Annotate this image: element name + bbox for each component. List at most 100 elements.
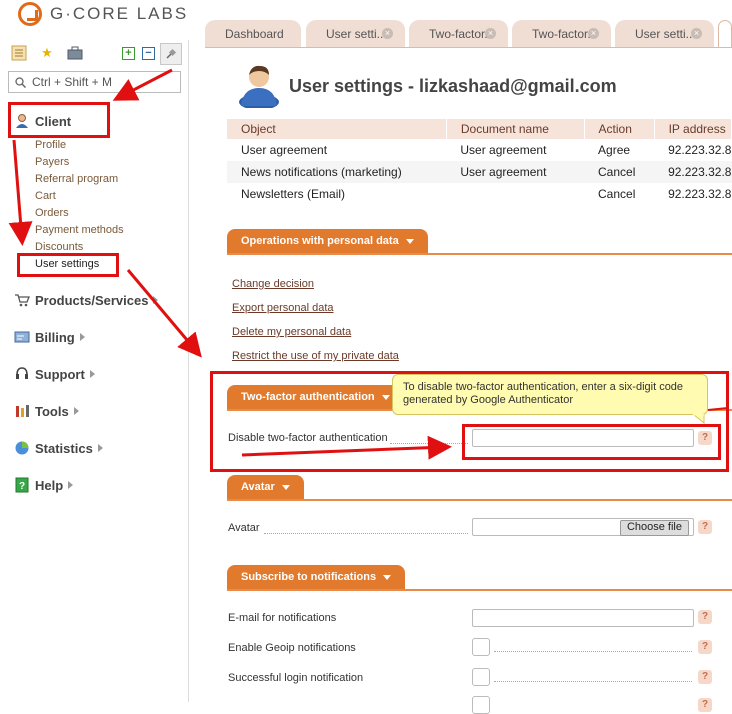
menu-tree-icon[interactable] — [10, 44, 28, 62]
annotation-box-user-settings — [17, 253, 119, 277]
page-title: User settings - lizkashaad@gmail.com — [289, 76, 617, 96]
cell: 92.223.32.8 — [668, 143, 732, 157]
geoip-notifications-checkbox[interactable] — [472, 638, 490, 656]
chevron-right-icon — [153, 296, 159, 304]
cell: User agreement — [241, 143, 328, 157]
close-tab-icon[interactable]: × — [382, 28, 393, 39]
help-icon[interactable]: ? — [698, 670, 712, 684]
choose-file-button[interactable]: Choose file — [619, 520, 689, 536]
column-header: IP address — [654, 119, 732, 139]
briefcase-icon[interactable] — [66, 44, 84, 62]
expand-all-icon[interactable]: + — [122, 47, 135, 60]
help-icon[interactable]: ? — [698, 520, 712, 534]
left-panel: ★ + − Client Profile Payers Referral pro… — [0, 40, 189, 702]
export-personal-data-link[interactable]: Export personal data — [232, 302, 334, 314]
cart-icon — [14, 292, 30, 308]
sidebar-subitem-payers[interactable]: Payers — [35, 156, 69, 168]
cell: Agree — [598, 143, 631, 157]
tools-icon — [14, 403, 30, 419]
chevron-down-icon — [405, 238, 414, 244]
restrict-private-data-link[interactable]: Restrict the use of my private data — [232, 350, 399, 362]
cell: User agreement — [446, 161, 585, 183]
change-decision-link[interactable]: Change decision — [232, 278, 314, 290]
help-book-icon: ? — [14, 477, 30, 493]
pin-icon[interactable] — [160, 43, 182, 65]
tab-label: Dashboard — [225, 27, 284, 41]
tab-two-factor-2[interactable]: Two-factor... × — [512, 20, 611, 47]
sidebar-item-label: Statistics — [35, 440, 93, 456]
close-tab-icon[interactable]: × — [691, 28, 702, 39]
annotation-box-client — [8, 102, 110, 138]
search-input[interactable] — [30, 74, 174, 90]
leader-dots — [494, 651, 692, 652]
help-icon[interactable]: ? — [698, 610, 712, 624]
table-row[interactable]: Newsletters (Email) Cancel 92.223.32.8 — [227, 183, 732, 205]
cell: News notifications (marketing) — [227, 161, 447, 183]
section-title: Avatar — [241, 481, 275, 493]
help-icon[interactable]: ? — [698, 698, 712, 712]
column-header: Document name — [446, 119, 585, 139]
chevron-right-icon — [79, 333, 85, 341]
cell: Cancel — [584, 161, 655, 183]
cell: 92.223.32.8 — [668, 187, 732, 201]
tab-label: User setti... — [635, 27, 696, 41]
sidebar-subitem-orders[interactable]: Orders — [35, 207, 69, 219]
sidebar-subitem-profile[interactable]: Profile — [35, 139, 66, 151]
tab-two-factor-1[interactable]: Two-factor... × — [409, 20, 508, 47]
collapse-all-icon[interactable]: − — [142, 47, 155, 60]
sidebar-item-products-services[interactable]: Products/Services — [14, 292, 159, 308]
notifications-section: Subscribe to notifications — [227, 565, 732, 591]
cell: 92.223.32.8 — [654, 161, 732, 183]
geoip-notifications-label: Enable Geoip notifications — [228, 642, 356, 654]
sidebar-item-help[interactable]: ? Help — [14, 477, 74, 493]
chevron-right-icon — [97, 444, 103, 452]
sidebar-item-label: Billing — [35, 329, 75, 345]
sidebar-item-statistics[interactable]: Statistics — [14, 440, 103, 456]
sidebar-subitem-referral-program[interactable]: Referral program — [35, 173, 118, 185]
tab-user-settings-1[interactable]: User setti... × — [306, 20, 405, 47]
sidebar-subitem-payment-methods[interactable]: Payment methods — [35, 224, 124, 236]
table-header-row: Object Document name Action IP address — [227, 119, 732, 139]
delete-personal-data-link[interactable]: Delete my personal data — [232, 326, 351, 338]
personal-data-section: Operations with personal data — [227, 229, 732, 255]
brand-name: G·CORE LABS — [50, 4, 189, 23]
column-header: Object — [227, 119, 447, 139]
headset-icon — [14, 366, 30, 382]
notifications-section-header[interactable]: Subscribe to notifications — [227, 565, 406, 589]
leader-dots — [494, 681, 692, 682]
help-icon[interactable]: ? — [698, 640, 712, 654]
chevron-right-icon — [68, 481, 74, 489]
sidebar-item-support[interactable]: Support — [14, 366, 95, 382]
avatar-section-header[interactable]: Avatar — [227, 475, 304, 499]
login-notification-label: Successful login notification — [228, 672, 364, 684]
sidebar-item-label: Support — [35, 366, 85, 382]
login-notification-checkbox[interactable] — [472, 668, 490, 686]
extra-checkbox[interactable] — [472, 696, 490, 714]
close-tab-icon[interactable]: × — [588, 28, 599, 39]
logo-icon — [18, 2, 42, 26]
sidebar-item-tools[interactable]: Tools — [14, 403, 79, 419]
pie-chart-icon — [14, 440, 30, 456]
favorites-star-icon[interactable]: ★ — [38, 44, 56, 62]
personal-data-section-header[interactable]: Operations with personal data — [227, 229, 428, 253]
avatar-file-input[interactable]: Choose file — [472, 518, 694, 536]
sidebar-subitem-cart[interactable]: Cart — [35, 190, 56, 202]
cell — [446, 183, 584, 205]
sidebar-item-billing[interactable]: Billing — [14, 329, 85, 345]
chevron-right-icon — [89, 370, 95, 378]
cell: Cancel — [598, 187, 636, 201]
tab-user-settings-2[interactable]: User setti... × — [615, 20, 714, 47]
chevron-down-icon — [383, 574, 392, 580]
tab-active[interactable] — [718, 20, 732, 47]
sidebar-subitem-discounts[interactable]: Discounts — [35, 241, 83, 253]
notification-email-input[interactable] — [472, 609, 694, 627]
chevron-down-icon — [281, 484, 290, 490]
table-row[interactable]: User agreement User agreement Agree 92.2… — [227, 139, 732, 161]
tab-dashboard[interactable]: Dashboard — [205, 20, 301, 47]
avatar-section: Avatar — [227, 475, 732, 501]
table-row[interactable]: News notifications (marketing) User agre… — [227, 161, 732, 183]
menu-search[interactable] — [8, 71, 181, 93]
billing-icon — [14, 329, 30, 345]
close-tab-icon[interactable]: × — [485, 28, 496, 39]
avatar-label: Avatar — [228, 522, 260, 534]
